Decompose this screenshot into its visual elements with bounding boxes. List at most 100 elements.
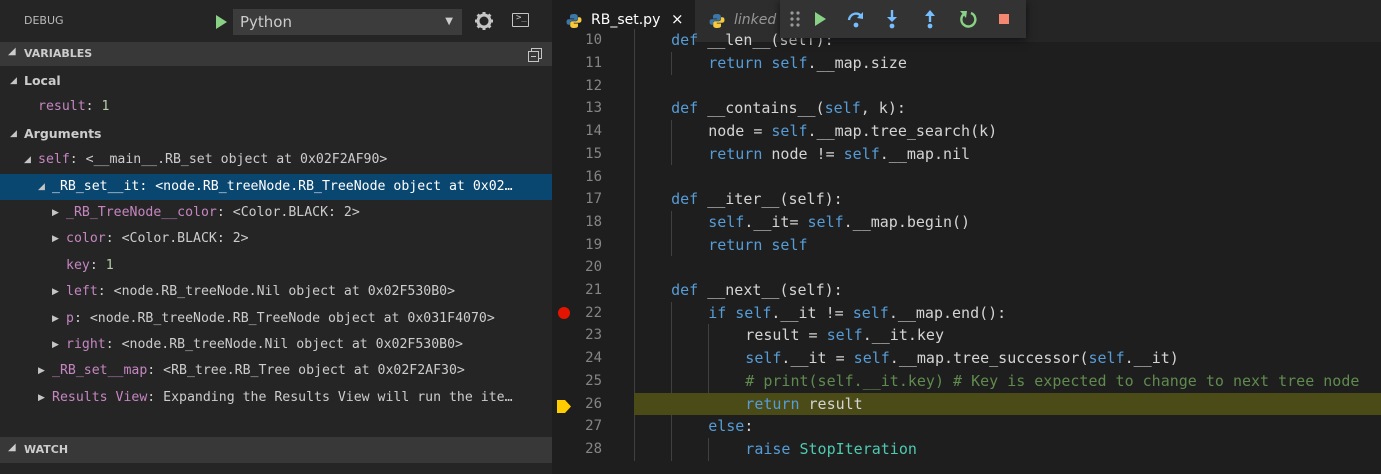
close-icon[interactable]: × (671, 10, 684, 28)
code-line[interactable]: return self.__map.size (634, 52, 1381, 75)
tab-label: linked (734, 12, 777, 28)
chevron-down-icon[interactable]: ◢ (38, 174, 45, 200)
variable-name: left (66, 284, 98, 300)
variable-value: <node.RB_treeNode.RB_TreeNode object at … (155, 178, 513, 194)
variable-name: self (38, 152, 70, 168)
code-area[interactable]: def __len__(self): return self.__map.size… (634, 29, 1381, 474)
start-debugging-button[interactable] (216, 15, 227, 29)
variable-row[interactable]: ▶ _RB_set__map: <RB_tree.RB_Tree object a… (0, 358, 552, 384)
variable-value: 1 (101, 99, 110, 115)
code-line[interactable]: else: (634, 415, 1381, 438)
variable-row[interactable]: result: 1 (0, 94, 552, 120)
variable-label: _RB_set__map: <RB_tree.RB_Tree object at… (52, 358, 465, 384)
code-line[interactable]: def __contains__(self, k): (634, 97, 1381, 120)
restart-icon[interactable] (958, 9, 978, 29)
code-line[interactable]: if self.__it != self.__map.end(): (634, 302, 1381, 325)
line-number: 13 (585, 100, 602, 117)
code-token: .__map.nil (879, 144, 971, 163)
chevron-right-icon[interactable]: ▶ (52, 200, 59, 226)
debug-console-icon[interactable]: >_ (512, 13, 529, 27)
separator: : (85, 99, 102, 115)
code-line[interactable] (634, 75, 1381, 98)
drag-handle-icon[interactable] (786, 9, 806, 29)
debug-title: DEBUG (24, 14, 64, 27)
continue-icon[interactable] (810, 9, 830, 29)
code-token: result = (745, 326, 827, 345)
variable-row[interactable]: ◢ _RB_set__it: <node.RB_treeNode.RB_TreeN… (0, 173, 552, 200)
variable-value: <node.RB_treeNode.Nil object at 0x02F530… (121, 336, 463, 352)
chevron-right-icon[interactable]: ▶ (52, 279, 59, 305)
collapse-all-icon[interactable] (528, 47, 542, 62)
code-line[interactable]: raise StopIteration (634, 438, 1381, 461)
code-token: self (771, 122, 808, 141)
variable-row[interactable]: ◢ self: <__main__.RB_set object at 0x02F2… (0, 147, 552, 173)
code-line[interactable]: # print(self.__it.key) # Key is expected… (634, 370, 1381, 393)
tab-label: RB_set.py (591, 12, 661, 28)
line-number: 19 (585, 236, 602, 253)
code-token: if (708, 303, 736, 322)
chevron-right-icon[interactable]: ▶ (38, 358, 45, 384)
scope-header[interactable]: ◢ Local (0, 68, 552, 94)
launch-config-select[interactable]: Python ▼ (233, 9, 462, 35)
line-number: 25 (585, 372, 602, 389)
variable-name: Results View (52, 389, 148, 405)
scope-header[interactable]: ◢ Arguments (0, 121, 552, 147)
code-line[interactable]: result = self.__it.key (634, 324, 1381, 347)
watch-section-header[interactable]: ◢ WATCH (0, 437, 552, 463)
variable-name: p (66, 310, 74, 326)
code-token: else (708, 417, 745, 436)
step-into-icon[interactable] (882, 9, 902, 29)
editor-area: RB_set.py × linked 10 11 12 13 14 15 16 17 18 19 2… (552, 0, 1381, 474)
code-line[interactable]: def __next__(self): (634, 279, 1381, 302)
variable-row[interactable]: key: 1 (0, 253, 552, 279)
chevron-right-icon[interactable]: ▶ (52, 306, 59, 332)
line-number: 17 (585, 191, 602, 208)
variable-name: _RB_set__it (52, 178, 140, 194)
code-line[interactable]: self.__it = self.__map.tree_successor(se… (634, 347, 1381, 370)
gear-icon[interactable] (473, 9, 495, 33)
code-token: node != (771, 144, 844, 163)
code-line[interactable]: return node != self.__map.nil (634, 143, 1381, 166)
variable-row[interactable]: ▶ color: <Color.BLACK: 2> (0, 226, 552, 252)
editor-gutter[interactable]: 10 11 12 13 14 15 16 17 18 19 20 21 22 23 24 25 26 27 28 (552, 32, 634, 474)
separator: : (73, 310, 90, 326)
line-number: 20 (585, 259, 602, 276)
code-token: : (744, 417, 754, 436)
variables-title: VARIABLES (24, 47, 93, 60)
code-line[interactable] (634, 166, 1381, 189)
variable-row[interactable]: ▶ left: <node.RB_treeNode.Nil object at 0… (0, 279, 552, 305)
variable-value: <__main__.RB_set object at 0x02F2AF90> (85, 152, 388, 168)
code-line[interactable]: def __iter__(self): (634, 188, 1381, 211)
code-line[interactable]: node = self.__map.tree_search(k) (634, 120, 1381, 143)
variable-row[interactable]: ▶ p: <node.RB_treeNode.RB_TreeNode object… (0, 306, 552, 332)
code-token: return (708, 144, 772, 163)
variables-section-header[interactable]: ◢ VARIABLES (0, 42, 552, 66)
line-number: 24 (585, 350, 602, 367)
code-token: self (853, 349, 890, 368)
chevron-right-icon[interactable]: ▶ (38, 385, 45, 411)
line-number: 28 (585, 440, 602, 457)
chevron-down-icon[interactable]: ◢ (10, 121, 17, 147)
variable-row[interactable]: ▶ right: <node.RB_treeNode.Nil object at … (0, 332, 552, 358)
variable-row[interactable]: ▶ Results View: Expanding the Results Vie… (0, 385, 552, 411)
scope-label: Arguments (24, 125, 102, 141)
line-number: 21 (585, 282, 602, 298)
chevron-right-icon[interactable]: ▶ (52, 332, 59, 358)
code-token: .__it.key (862, 326, 944, 345)
step-over-icon[interactable] (846, 9, 866, 29)
separator: : (97, 284, 114, 300)
step-out-icon[interactable] (920, 9, 940, 29)
code-line[interactable]: return result (634, 392, 1381, 416)
code-line[interactable] (634, 256, 1381, 279)
chevron-down-icon[interactable]: ◢ (24, 147, 31, 173)
chevron-down-icon[interactable]: ◢ (10, 68, 17, 94)
variable-value: <RB_tree.RB_Tree object at 0x02F2AF30> (163, 363, 465, 379)
variable-row[interactable]: ▶ _RB_TreeNode__color: <Color.BLACK: 2> (0, 200, 552, 226)
stop-icon[interactable] (994, 9, 1014, 29)
chevron-right-icon[interactable]: ▶ (52, 226, 59, 252)
variable-name: right (66, 336, 106, 352)
code-token: __next__(self): (707, 281, 843, 299)
code-line[interactable]: return self (634, 234, 1381, 257)
separator: : (105, 231, 122, 247)
code-line[interactable]: self.__it= self.__map.begin() (634, 211, 1381, 234)
